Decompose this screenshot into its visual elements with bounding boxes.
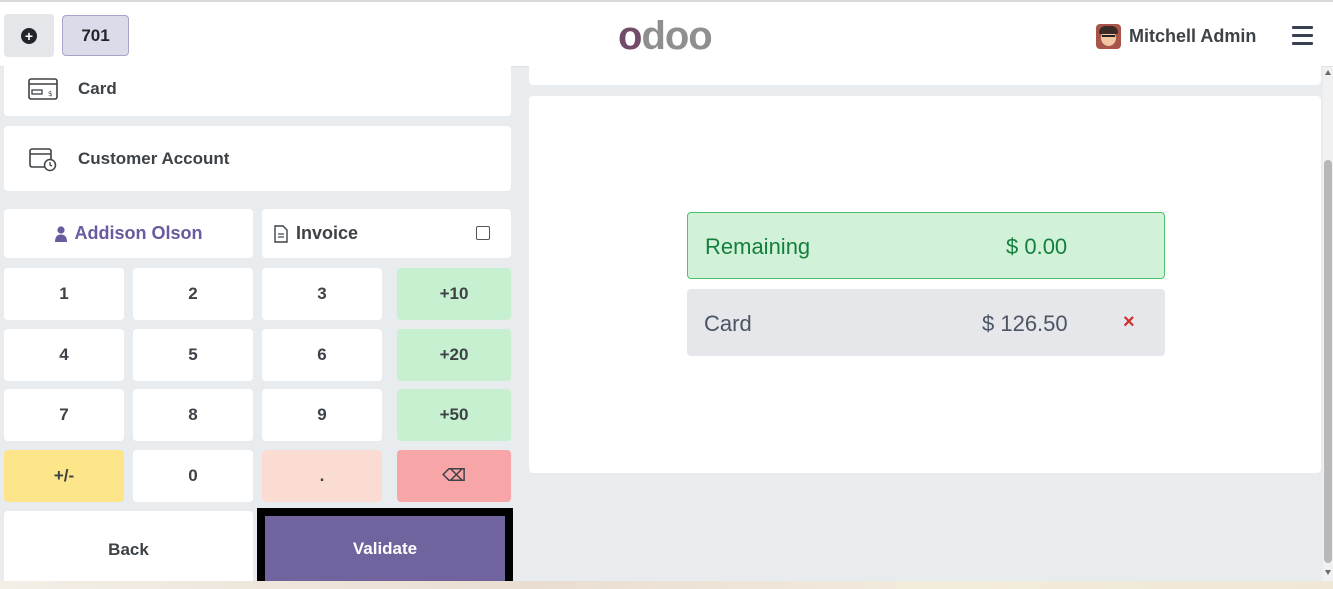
quick-add-10-button[interactable]: +10 — [397, 268, 511, 320]
backspace-button[interactable]: ⌫ — [397, 450, 511, 502]
payment-line-amount: $ 126.50 — [982, 311, 1068, 336]
quick-add-50-button[interactable]: +50 — [397, 389, 511, 441]
numpad-sign-toggle[interactable]: +/- — [4, 450, 124, 502]
numpad-key-0[interactable]: 0 — [133, 450, 253, 502]
customer-name: Addison Olson — [74, 223, 203, 243]
scroll-down-arrow-icon[interactable] — [1325, 570, 1331, 575]
validate-button[interactable]: Validate — [265, 516, 505, 581]
user-name[interactable]: Mitchell Admin — [1129, 26, 1256, 47]
numpad-key-4[interactable]: 4 — [4, 329, 124, 381]
card-icon: $ — [28, 78, 58, 100]
table-number-button[interactable]: 701 — [62, 15, 129, 56]
document-icon — [274, 224, 288, 243]
payment-method-customer-account[interactable]: Customer Account — [4, 126, 511, 191]
order-summary-top — [529, 66, 1321, 85]
numpad-key-1[interactable]: 1 — [4, 268, 124, 320]
remove-payment-icon[interactable]: × — [1123, 311, 1135, 334]
remaining-box: Remaining $ 0.00 — [687, 212, 1165, 279]
svg-text:$: $ — [48, 90, 52, 98]
numpad-key-8[interactable]: 8 — [133, 389, 253, 441]
numpad-decimal-key[interactable]: . — [262, 450, 382, 502]
person-icon — [54, 225, 67, 242]
numpad-key-9[interactable]: 9 — [262, 389, 382, 441]
hamburger-icon[interactable] — [1292, 26, 1313, 45]
new-order-button[interactable]: + — [4, 14, 54, 57]
payment-method-card[interactable]: $ Card — [4, 62, 511, 116]
odoo-logo: odoo — [618, 14, 713, 58]
payment-line[interactable]: Card $ 126.50 × — [687, 289, 1165, 356]
user-avatar[interactable] — [1096, 24, 1121, 49]
customer-account-icon — [29, 147, 57, 171]
customer-button[interactable]: Addison Olson — [4, 209, 253, 258]
backspace-icon: ⌫ — [441, 466, 467, 485]
plus-circle-icon: + — [21, 27, 37, 44]
numpad-key-5[interactable]: 5 — [133, 329, 253, 381]
scrollbar-thumb[interactable] — [1324, 160, 1332, 563]
quick-add-20-button[interactable]: +20 — [397, 329, 511, 381]
remaining-label: Remaining — [705, 234, 811, 259]
invoice-checkbox[interactable] — [476, 226, 490, 240]
taskbar-edge — [0, 581, 1333, 589]
numpad-key-7[interactable]: 7 — [4, 389, 124, 441]
invoice-label: Invoice — [296, 223, 359, 243]
invoice-toggle[interactable]: Invoice — [262, 209, 511, 258]
back-button[interactable]: Back — [4, 511, 253, 589]
scroll-up-arrow-icon[interactable] — [1325, 70, 1331, 75]
top-navbar: + 701 odoo Mitchell Admin — [0, 0, 1333, 67]
payment-summary-panel — [529, 96, 1321, 473]
payment-method-label: Customer Account — [78, 148, 230, 168]
remaining-value: $ 0.00 — [1006, 234, 1068, 259]
payment-line-method: Card — [704, 311, 752, 336]
payment-method-label: Card — [78, 79, 117, 98]
numpad-key-3[interactable]: 3 — [262, 268, 382, 320]
numpad-key-2[interactable]: 2 — [133, 268, 253, 320]
numpad-key-6[interactable]: 6 — [262, 329, 382, 381]
validate-focus-frame: Validate — [257, 508, 513, 589]
